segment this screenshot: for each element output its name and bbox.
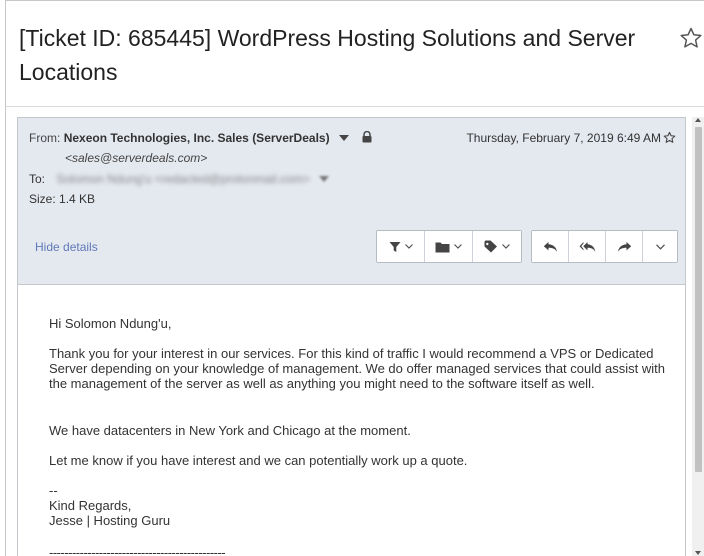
size-row: Size: 1.4 KB <box>29 192 95 206</box>
closing-paragraph: Let me know if you have interest and we … <box>49 453 468 468</box>
chevron-down-icon <box>502 244 510 249</box>
to-row: To: Solomon Ndung'u <redacted@protonmail… <box>29 172 329 186</box>
size-value: 1.4 KB <box>59 192 96 206</box>
filter-icon <box>389 241 400 252</box>
greeting-text: Hi Solomon Ndung'u, <box>49 316 172 331</box>
reply-all-button[interactable] <box>569 231 606 262</box>
sender-name[interactable]: Nexeon Technologies, Inc. Sales (ServerD… <box>64 131 330 145</box>
from-label: From: <box>29 131 61 145</box>
scroll-up-icon[interactable] <box>695 118 701 122</box>
vertical-scrollbar[interactable] <box>692 117 704 556</box>
scroll-down-icon[interactable] <box>695 551 701 555</box>
datacenters-paragraph: We have datacenters in New York and Chic… <box>49 423 411 438</box>
message-date: Thursday, February 7, 2019 6:49 AM <box>466 131 661 145</box>
reply-icon <box>543 241 557 252</box>
recipient-redacted: Solomon Ndung'u <redacted@protonmail.com… <box>56 172 310 186</box>
chevron-down-icon <box>404 244 413 249</box>
sender-dropdown-icon[interactable] <box>338 134 349 141</box>
more-icon <box>655 243 665 250</box>
size-label: Size: <box>29 192 56 206</box>
folder-icon <box>435 242 450 252</box>
reply-button[interactable] <box>532 231 569 262</box>
chevron-down-icon <box>454 244 462 249</box>
lock-icon <box>362 131 372 143</box>
hide-details-link[interactable]: Hide details <box>35 240 98 254</box>
move-folder-button[interactable] <box>425 231 473 262</box>
reply-all-icon <box>579 241 595 252</box>
sender-email: <sales@serverdeals.com> <box>65 151 208 165</box>
reply-toolbar <box>531 230 678 263</box>
message-header: From: Nexeon Technologies, Inc. Sales (S… <box>18 118 685 285</box>
tag-button[interactable] <box>473 231 521 262</box>
signature-dash: -- <box>49 483 58 498</box>
message-pane: From: Nexeon Technologies, Inc. Sales (S… <box>17 117 686 556</box>
signature-text: Jesse | Hosting Guru <box>49 513 171 528</box>
email-view: [Ticket ID: 685445] WordPress Hosting So… <box>5 0 704 556</box>
subject-divider <box>6 106 704 107</box>
separator-line: ----------------------------------------… <box>49 545 226 556</box>
from-row: From: Nexeon Technologies, Inc. Sales (S… <box>29 131 372 145</box>
email-subject: [Ticket ID: 685445] WordPress Hosting So… <box>19 25 636 85</box>
star-icon[interactable] <box>679 26 703 50</box>
main-paragraph: Thank you for your interest in our servi… <box>49 346 665 391</box>
filter-button[interactable] <box>377 231 425 262</box>
tag-icon <box>484 240 497 253</box>
scroll-thumb[interactable] <box>695 127 702 472</box>
recipient-dropdown-icon[interactable] <box>319 175 329 182</box>
forward-icon <box>617 241 631 252</box>
message-star-icon[interactable] <box>663 131 676 144</box>
more-actions-button[interactable] <box>643 231 677 262</box>
organize-toolbar <box>376 230 522 263</box>
regards-text: Kind Regards, <box>49 498 132 513</box>
forward-button[interactable] <box>606 231 643 262</box>
to-label: To: <box>29 172 46 186</box>
